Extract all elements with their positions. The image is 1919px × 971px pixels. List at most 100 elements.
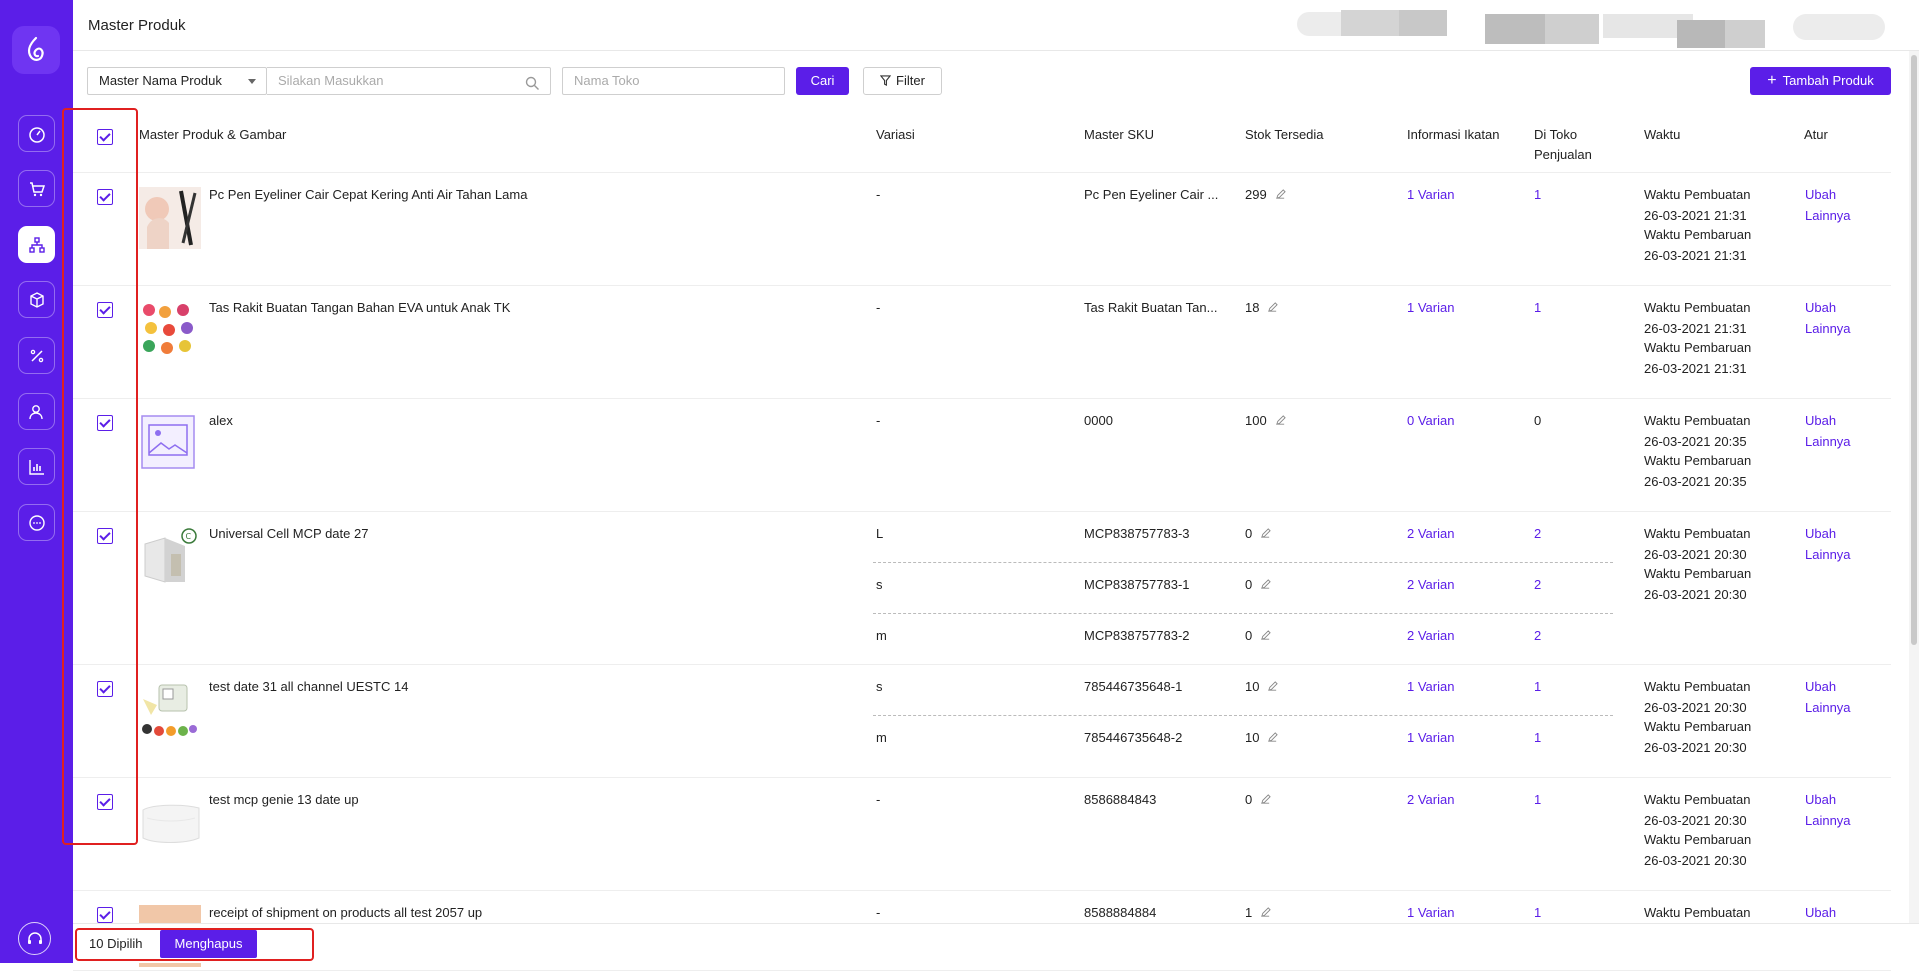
store-count[interactable]: 1 bbox=[1534, 677, 1541, 697]
variant-stock[interactable]: 0 bbox=[1245, 790, 1271, 810]
headset-icon bbox=[27, 931, 42, 944]
add-product-button[interactable]: + Tambah Produk bbox=[1750, 67, 1891, 95]
store-count[interactable]: 2 bbox=[1534, 524, 1541, 544]
store-name-input[interactable]: Nama Toko bbox=[562, 67, 785, 95]
store-count[interactable]: 2 bbox=[1534, 626, 1541, 646]
row-checkbox[interactable] bbox=[97, 907, 113, 923]
edit-link[interactable]: Ubah bbox=[1805, 790, 1836, 810]
store-count[interactable]: 1 bbox=[1534, 185, 1541, 205]
product-name[interactable]: test mcp genie 13 date up bbox=[209, 790, 359, 810]
nav-dashboard[interactable] bbox=[18, 115, 55, 152]
stock-value: 0 bbox=[1245, 526, 1253, 541]
variant-stock[interactable]: 299 bbox=[1245, 185, 1286, 205]
product-thumbnail bbox=[139, 792, 201, 854]
edit-link[interactable]: Ubah bbox=[1805, 903, 1836, 923]
vertical-scrollbar[interactable] bbox=[1909, 51, 1919, 923]
app-logo[interactable] bbox=[12, 26, 60, 74]
select-all-checkbox[interactable] bbox=[97, 129, 113, 145]
updated-label: Waktu Pembaruan bbox=[1644, 832, 1752, 847]
sidebar bbox=[0, 0, 73, 963]
customer-support[interactable] bbox=[18, 922, 51, 955]
row-checkbox[interactable] bbox=[97, 415, 113, 431]
scrollbar-thumb[interactable] bbox=[1911, 55, 1917, 645]
nav-customers[interactable] bbox=[18, 393, 55, 430]
row-checkbox[interactable] bbox=[97, 794, 113, 810]
edit-link[interactable]: Ubah bbox=[1805, 298, 1836, 318]
variant-stock[interactable]: 0 bbox=[1245, 575, 1271, 595]
binding-link[interactable]: 2 Varian bbox=[1407, 626, 1454, 646]
edit-link[interactable]: Ubah bbox=[1805, 677, 1836, 697]
more-link[interactable]: Lainnya bbox=[1805, 811, 1851, 831]
updated-label: Waktu Pembaruan bbox=[1644, 227, 1752, 242]
nav-products[interactable] bbox=[18, 281, 55, 318]
store-count[interactable]: 1 bbox=[1534, 903, 1541, 923]
redacted-area bbox=[1485, 14, 1545, 44]
nav-chat[interactable] bbox=[18, 504, 55, 541]
store-count[interactable]: 2 bbox=[1534, 575, 1541, 595]
variant-stock[interactable]: 1 bbox=[1245, 903, 1271, 923]
binding-link[interactable]: 1 Varian bbox=[1407, 903, 1454, 923]
store-count[interactable]: 1 bbox=[1534, 728, 1541, 748]
nav-promotions[interactable] bbox=[18, 337, 55, 374]
row-checkbox[interactable] bbox=[97, 528, 113, 544]
binding-link[interactable]: 1 Varian bbox=[1407, 298, 1454, 318]
variant-sku: MCP838757783-1 bbox=[1084, 577, 1190, 592]
edit-link[interactable]: Ubah bbox=[1805, 524, 1836, 544]
nav-reports[interactable] bbox=[18, 448, 55, 485]
row-checkbox[interactable] bbox=[97, 302, 113, 318]
store-count[interactable]: 1 bbox=[1534, 298, 1541, 318]
store-count[interactable]: 1 bbox=[1534, 790, 1541, 810]
stock-value: 0 bbox=[1245, 628, 1253, 643]
nav-orders[interactable] bbox=[18, 170, 55, 207]
redacted-area bbox=[1793, 14, 1885, 40]
variant-stock[interactable]: 18 bbox=[1245, 298, 1279, 318]
search-field-select[interactable]: Master Nama Produk bbox=[87, 67, 267, 95]
more-link[interactable]: Lainnya bbox=[1805, 206, 1851, 226]
delete-button[interactable]: Menghapus bbox=[160, 930, 257, 958]
variant-name: L bbox=[876, 526, 884, 541]
search-input[interactable]: Silakan Masukkan bbox=[267, 67, 551, 95]
edit-link[interactable]: Ubah bbox=[1805, 411, 1836, 431]
product-name[interactable]: Pc Pen Eyeliner Cair Cepat Kering Anti A… bbox=[209, 185, 527, 205]
binding-link[interactable]: 1 Varian bbox=[1407, 677, 1454, 697]
variant-name: s bbox=[876, 679, 883, 694]
binding-link[interactable]: 2 Varian bbox=[1407, 575, 1454, 595]
more-link[interactable]: Lainnya bbox=[1805, 319, 1851, 339]
col-stock: Stok Tersedia bbox=[1245, 127, 1324, 142]
product-name[interactable]: Tas Rakit Buatan Tangan Bahan EVA untuk … bbox=[209, 298, 510, 318]
variant-stock[interactable]: 10 bbox=[1245, 677, 1279, 697]
row-checkbox[interactable] bbox=[97, 189, 113, 205]
product-name[interactable]: test date 31 all channel UESTC 14 bbox=[209, 677, 408, 697]
variant-stock[interactable]: 100 bbox=[1245, 411, 1286, 431]
variant-stock[interactable]: 0 bbox=[1245, 524, 1271, 544]
search-button[interactable]: Cari bbox=[796, 67, 849, 95]
binding-link[interactable]: 1 Varian bbox=[1407, 728, 1454, 748]
created-time: 26-03-2021 20:35 bbox=[1644, 434, 1747, 449]
row-checkbox[interactable] bbox=[97, 681, 113, 697]
binding-link[interactable]: 2 Varian bbox=[1407, 790, 1454, 810]
filter-button[interactable]: Filter bbox=[863, 67, 942, 95]
binding-link[interactable]: 2 Varian bbox=[1407, 524, 1454, 544]
created-time: 26-03-2021 20:30 bbox=[1644, 547, 1747, 562]
variant-stock[interactable]: 10 bbox=[1245, 728, 1279, 748]
col-store-line1: Di Toko bbox=[1534, 127, 1578, 142]
nav-master-product[interactable] bbox=[18, 226, 55, 263]
more-link[interactable]: Lainnya bbox=[1805, 545, 1851, 565]
edit-link[interactable]: Ubah bbox=[1805, 185, 1836, 205]
updated-label: Waktu Pembaruan bbox=[1644, 719, 1752, 734]
variant-stock[interactable]: 0 bbox=[1245, 626, 1271, 646]
search-icon[interactable] bbox=[525, 74, 540, 100]
selected-count: 10 Dipilih bbox=[89, 936, 143, 951]
product-name[interactable]: Universal Cell MCP date 27 bbox=[209, 524, 368, 544]
product-name[interactable]: alex bbox=[209, 411, 233, 431]
variant-name: - bbox=[876, 905, 881, 920]
binding-link[interactable]: 0 Varian bbox=[1407, 411, 1454, 431]
dashboard-icon bbox=[28, 126, 45, 143]
table-row: C Universal Cell MCP date 27 L MCP838757783… bbox=[73, 512, 1891, 665]
product-name[interactable]: receipt of shipment on products all test… bbox=[209, 903, 482, 923]
more-link[interactable]: Lainnya bbox=[1805, 698, 1851, 718]
binding-link[interactable]: 1 Varian bbox=[1407, 185, 1454, 205]
more-link[interactable]: Lainnya bbox=[1805, 432, 1851, 452]
updated-time: 26-03-2021 20:35 bbox=[1644, 474, 1747, 489]
pencil-icon bbox=[1261, 579, 1271, 589]
